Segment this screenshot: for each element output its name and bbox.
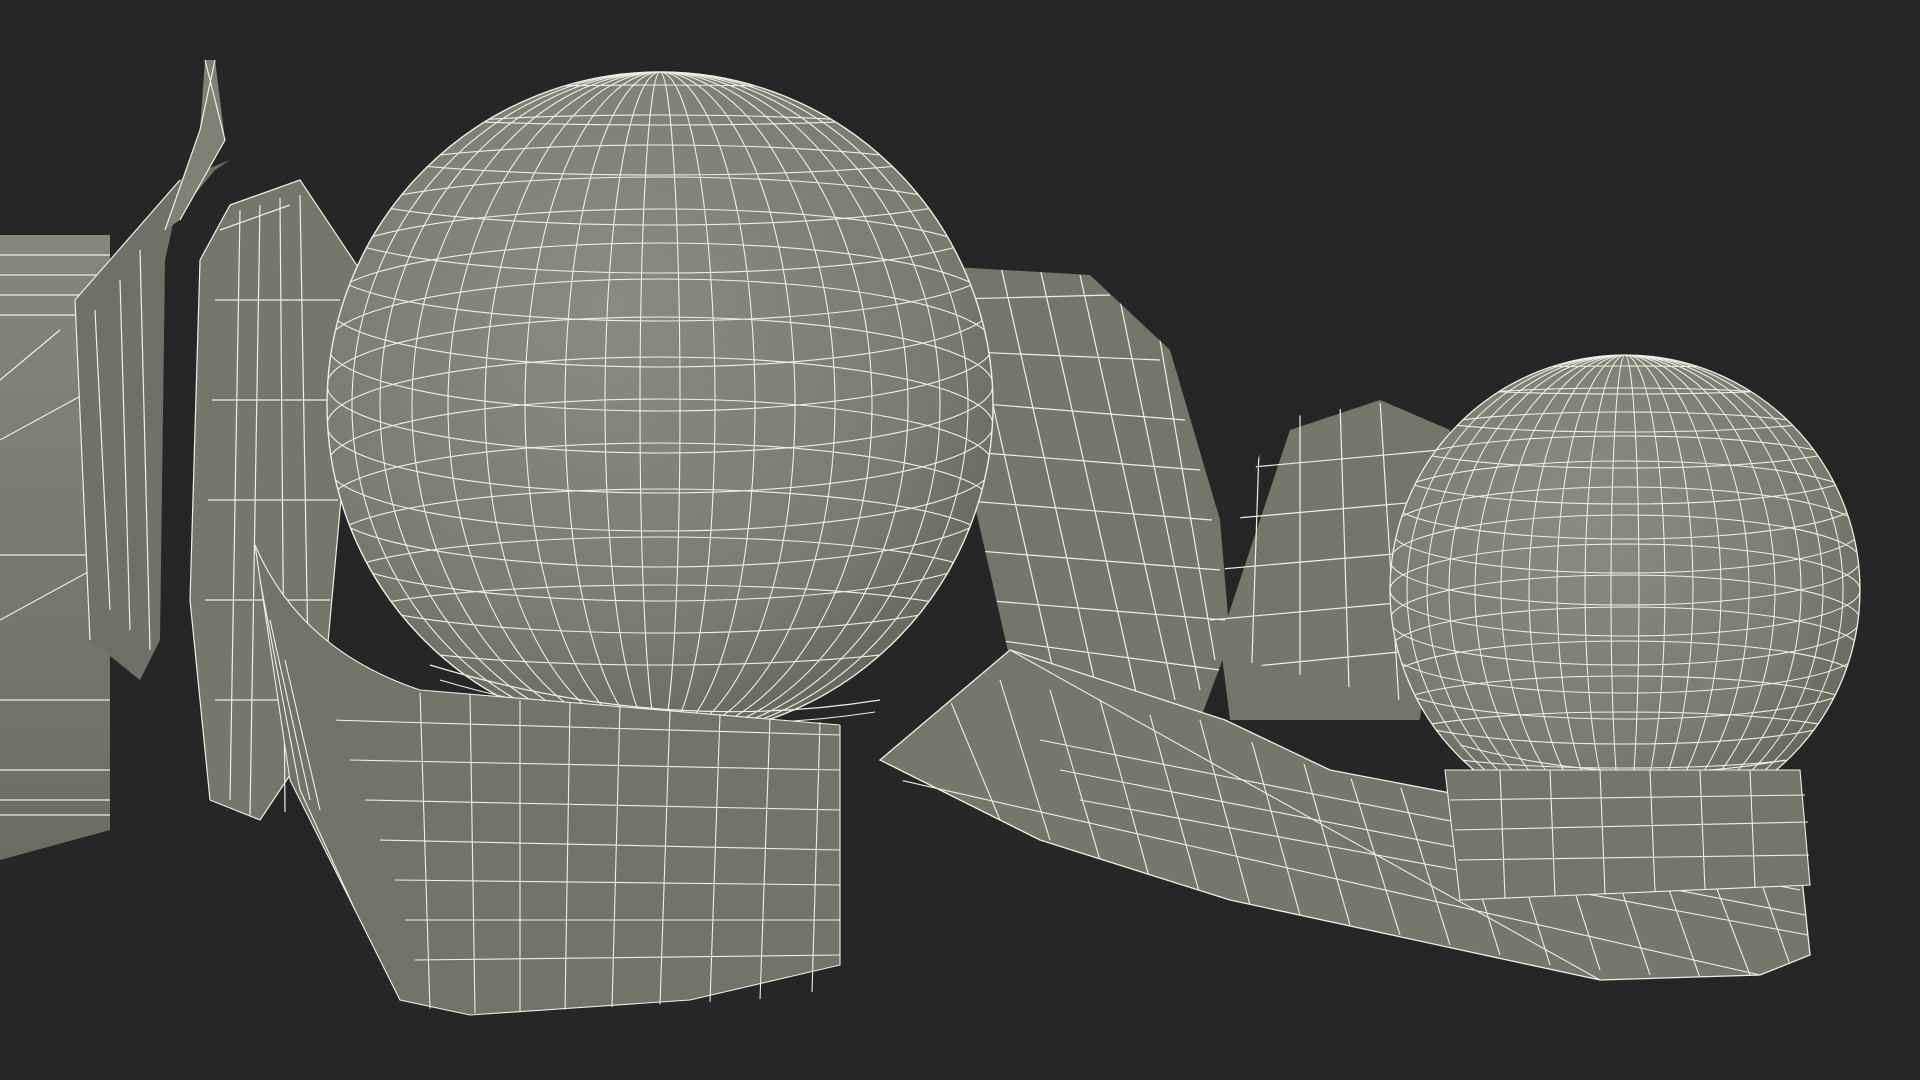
large-sphere-mesh xyxy=(326,71,994,739)
small-sphere-mesh xyxy=(1389,354,1861,826)
small-base-mesh xyxy=(1444,769,1811,901)
viewport-canvas xyxy=(0,0,1920,1080)
wireframe-render xyxy=(0,59,1861,1016)
